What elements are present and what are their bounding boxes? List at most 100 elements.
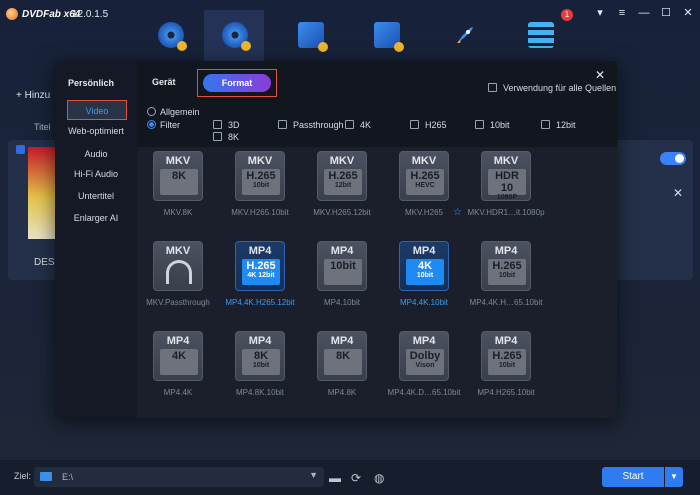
source-toggle[interactable] [660,152,686,165]
chevron-down-icon[interactable]: ▼ [309,470,318,480]
apply-all-checkbox[interactable]: Verwendung für alle Quellen [488,83,616,93]
format-tile[interactable]: MP4 8K 10bit MP4.8K.10bit [219,327,301,417]
tab-device[interactable]: Gerät [152,77,176,87]
format-tile[interactable]: MKV 8K MKV.8K [137,147,219,237]
checkbox-box [488,83,497,92]
format-tile[interactable]: MKV H.265 12bit MKV.H265.12bit [301,147,383,237]
filter-10bit[interactable]: 10bit [475,120,510,130]
sidebar-item-audio[interactable]: Audio [55,144,137,164]
filter-3d-label: 3D [228,120,240,130]
filter-3d[interactable]: 3D [213,120,240,130]
format-tile-spec-main: 4K [171,350,187,362]
remove-source-icon[interactable]: ✕ [673,186,683,200]
format-tile-icon: MP4 Dolby Vison [399,331,449,381]
format-tile-spec-main: 8K [335,350,351,362]
format-tile-spec-main: H.265 [246,170,276,182]
refresh-icon[interactable]: ⟳ [351,471,361,485]
format-tile-icon: MKV 8K [153,151,203,201]
nav-toolbox[interactable] [510,10,570,66]
filter-12bit[interactable]: 12bit [541,120,576,130]
globe-icon[interactable]: ◍ [374,471,384,485]
format-tile-container: MKV [493,155,519,167]
destination-path-field[interactable]: E:\ ▼ [34,467,324,487]
filter-h265-label: H265 [425,120,447,130]
profile-content: Gerät Format ✕ Verwendung für alle Quell… [137,61,617,418]
film-creator-icon [374,22,404,52]
format-tile[interactable]: MP4 H.265 4K 12bit MP4.4K.H265.12bit [219,237,301,327]
favorite-star-icon[interactable]: ☆ [453,207,462,218]
filter-passthrough[interactable]: Passthrough [278,120,344,130]
tab-format[interactable]: Format [203,74,271,92]
format-tile[interactable]: MP4 Dolby Vison MP4.4K.D…65.10bit [383,327,465,417]
format-tile[interactable]: MP4 H.265 10bit MP4.H265.10bit [465,327,547,417]
nav-copy[interactable] [140,10,200,66]
format-tile[interactable]: MP4 H.265 10bit MP4.4K.H…65.10bit [465,237,547,327]
start-button[interactable]: Start [602,467,664,487]
nav-creator[interactable] [356,10,416,66]
format-tile-spec-main: H.265 [492,260,522,272]
filter-passthrough-label: Passthrough [293,120,344,130]
radio-dot [147,107,156,116]
radio-dot-selected [147,120,156,129]
add-source-button[interactable]: + Hinzu [16,90,50,101]
format-tile-spec-main: HDR 10 [495,170,519,194]
format-tile-spec-main: 8K [171,170,187,182]
nav-ripper[interactable] [204,10,264,66]
start-dropdown-icon[interactable]: ▼ [665,467,683,487]
format-tile-icon: MKV H.265 10bit [235,151,285,201]
filter-4k[interactable]: 4K [345,120,371,130]
pin-icon[interactable]: ▾ [594,6,606,19]
dialog-close-icon[interactable]: ✕ [595,68,605,82]
format-tile-label: MP4.4K.H…65.10bit [469,298,543,307]
sidebar-header[interactable]: Persönlich [68,78,114,88]
sidebar-item-hifi-audio[interactable]: Hi-Fi Audio [55,164,137,184]
format-tile[interactable]: MKV H.265 10bit MKV.H265.10bit [219,147,301,237]
filter-8k[interactable]: 8K [213,132,239,142]
format-tile-label: MP4.4K.10bit [399,298,449,307]
minimize-icon[interactable]: — [638,7,650,19]
film-converter-icon [298,22,328,52]
format-tile[interactable]: MP4 8K MP4.8K [301,327,383,417]
radio-filter[interactable]: Filter [147,120,180,130]
sidebar-item-video[interactable]: Video [67,100,127,120]
format-tile-container: MP4 [412,245,436,257]
format-tile-spec: H.265 10bit [242,169,280,195]
format-tile-container: MP4 [494,245,518,257]
titel-column-header: Titel [34,122,51,132]
collapse-icon[interactable] [16,145,25,154]
checkbox-box [541,120,550,129]
format-tile-spec-main: H.265 [410,170,440,182]
format-tile-spec: 10bit [324,259,362,285]
close-icon[interactable]: ✕ [682,6,694,19]
format-tile-spec-detail: 10bit [416,272,434,279]
format-tile-spec-main: 8K [253,350,269,362]
format-tile-spec-main: H.265 [492,350,522,362]
bottom-bar: Ziel: E:\ ▼ ▬ ⟳ ◍ Start ▼ [0,460,700,495]
nav-utility[interactable] [434,10,494,66]
format-tile[interactable]: MKV HDR 10 1080P MKV.HDR1…it.1080p [465,147,547,237]
format-tile-spec: Dolby Vison [406,349,444,375]
format-tile[interactable]: MP4 10bit MP4.10bit [301,237,383,327]
format-tile-container: MP4 [248,335,272,347]
menu-icon[interactable]: ≡ [616,7,628,19]
format-tile-spec-main: 10bit [330,260,356,272]
format-tile[interactable]: MP4 4K 10bit MP4.4K.10bit [383,237,465,327]
format-tile-spec-detail: 10bit [498,362,516,369]
apply-all-label: Verwendung für alle Quellen [503,83,617,93]
sidebar-item-web-optimized[interactable]: Web-optimiert [55,121,137,141]
filter-h265[interactable]: H265 [410,120,447,130]
maximize-icon[interactable]: ☐ [660,6,672,19]
format-tile[interactable]: MKV MKV.Passthrough [137,237,219,327]
open-folder-icon[interactable]: ▬ [329,471,341,485]
format-tile[interactable]: MKV H.265 HEVC MKV.H265 [383,147,465,237]
sidebar-item-enlarger-ai[interactable]: Enlarger AI [55,208,137,228]
checkbox-box [410,120,419,129]
radio-allgemein[interactable]: Allgemein [147,107,200,117]
format-tile-label: MKV.8K [163,208,193,217]
checkbox-box [278,120,287,129]
nav-converter[interactable] [280,10,340,66]
sidebar-item-subtitle[interactable]: Untertitel [55,186,137,206]
format-tile-spec-detail: 12bit [334,182,352,189]
format-tile[interactable]: MP4 4K MP4.4K [137,327,219,417]
filter-4k-label: 4K [360,120,372,130]
